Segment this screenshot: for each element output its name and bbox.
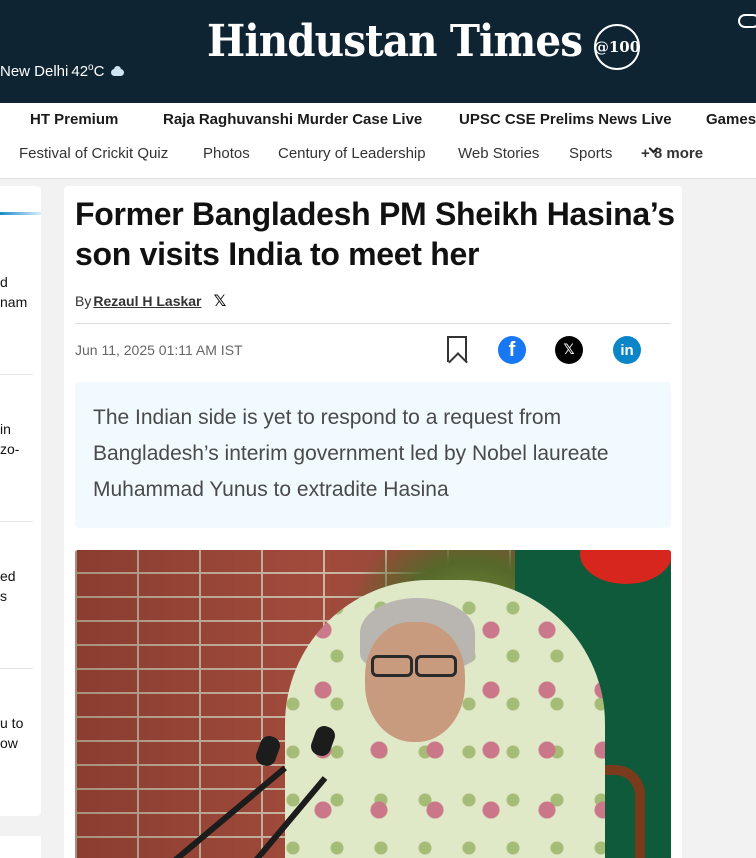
sidebar-story[interactable]: ed s xyxy=(0,566,41,606)
nav-link-crickit-quiz[interactable]: Festival of Crickit Quiz xyxy=(19,145,168,162)
nav-link-ht-premium[interactable]: HT Premium xyxy=(30,111,118,128)
gamepad-icon[interactable] xyxy=(738,14,756,28)
byline-prefix: By xyxy=(75,292,92,309)
author-x-icon[interactable]: 𝕏 xyxy=(214,291,227,310)
nav-primary: HT Premium Raja Raghuvanshi Murder Case … xyxy=(0,111,756,137)
nav-link-web-stories[interactable]: Web Stories xyxy=(458,145,539,162)
facebook-icon[interactable]: f xyxy=(498,336,526,364)
author-link[interactable]: Rezaul H Laskar xyxy=(93,293,201,309)
sidebar-story[interactable]: in zo- xyxy=(0,419,41,459)
nav-link-games[interactable]: Games xyxy=(706,111,756,128)
site-logo[interactable]: Hindustan Times xyxy=(207,16,583,67)
nav-link-murder-case[interactable]: Raja Raghuvanshi Murder Case Live xyxy=(163,111,422,128)
main-nav: HT Premium Raja Raghuvanshi Murder Case … xyxy=(0,103,756,179)
nav-link-upsc[interactable]: UPSC CSE Prelims News Live xyxy=(459,111,672,128)
byline: By Rezaul H Laskar 𝕏 xyxy=(75,291,226,310)
sidebar-accent xyxy=(0,212,41,215)
article-photo xyxy=(75,550,671,858)
sidebar-divider xyxy=(0,374,33,375)
sidebar-divider xyxy=(0,521,33,522)
x-icon[interactable]: 𝕏 xyxy=(555,336,583,364)
weather-temp: 42oC xyxy=(71,62,105,80)
sidebar-divider xyxy=(0,668,33,669)
sidebar-story[interactable]: u to ow xyxy=(0,713,41,753)
site-header: New Delhi 42oC Hindustan Times @100 xyxy=(0,0,756,103)
article-summary: The Indian side is yet to respond to a r… xyxy=(75,382,671,528)
centenary-badge: @100 xyxy=(594,24,640,70)
nav-secondary: Festival of Crickit Quiz Photos Century … xyxy=(19,143,704,162)
sidebar-story[interactable]: d nam xyxy=(0,272,41,312)
article-card: Former Bangladesh PM Sheikh Hasina’s son… xyxy=(64,186,682,858)
nav-link-century[interactable]: Century of Leadership xyxy=(278,145,426,162)
related-stories-sidebar: d nam in zo- ed s u to ow xyxy=(0,186,41,816)
sidebar-card xyxy=(0,836,41,858)
cloud-icon xyxy=(109,66,125,76)
article-headline: Former Bangladesh PM Sheikh Hasina’s son… xyxy=(75,196,675,272)
divider xyxy=(75,323,671,324)
weather-city: New Delhi xyxy=(0,62,69,80)
bookmark-icon[interactable] xyxy=(447,336,467,362)
nav-link-photos[interactable]: Photos xyxy=(203,145,250,162)
publish-date: Jun 11, 2025 01:11 AM IST xyxy=(75,342,243,358)
nav-link-sports[interactable]: Sports xyxy=(569,145,612,162)
weather-widget[interactable]: New Delhi 42oC xyxy=(0,62,125,80)
linkedin-icon[interactable]: in xyxy=(613,336,641,364)
